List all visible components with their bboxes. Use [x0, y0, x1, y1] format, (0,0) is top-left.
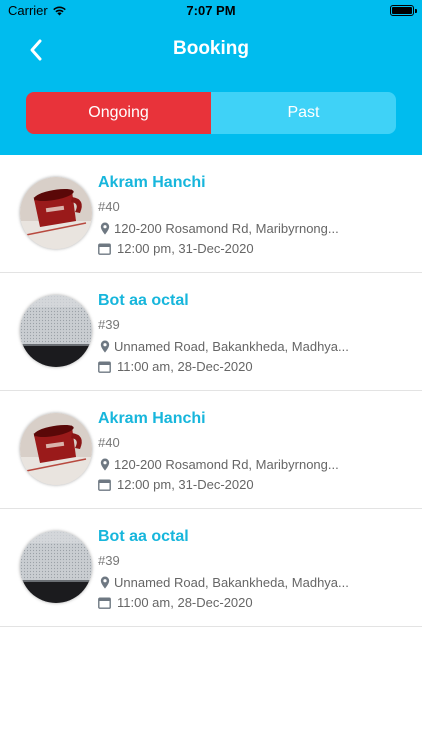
calendar-icon	[98, 242, 111, 256]
booking-row[interactable]: Bot aa octal #39 Unnamed Road, Bakankhed…	[0, 509, 422, 627]
booking-number: #40	[98, 199, 120, 214]
address-text: Unnamed Road, Bakankheda, Madhya...	[114, 575, 349, 590]
location-pin-icon	[98, 458, 111, 472]
header: Carrier 7:07 PM Booking Ongoing Past	[0, 0, 422, 155]
booking-time: 11:00 am, 28-Dec-2020	[98, 595, 253, 610]
red-mug-photo	[20, 177, 92, 249]
datetime-text: 11:00 am, 28-Dec-2020	[117, 359, 253, 374]
datetime-text: 12:00 pm, 31-Dec-2020	[117, 477, 254, 492]
booking-name: Akram Hanchi	[98, 174, 206, 191]
battery-icon	[390, 5, 417, 16]
page-title: Booking	[173, 38, 249, 59]
address-text: Unnamed Road, Bakankheda, Madhya...	[114, 339, 349, 354]
calendar-icon	[98, 478, 111, 492]
booking-address: 120-200 Rosamond Rd, Maribyrnong...	[98, 221, 339, 236]
booking-row[interactable]: Akram Hanchi #40 120-200 Rosamond Rd, Ma…	[0, 391, 422, 509]
avatar	[20, 531, 92, 603]
grey-texture-photo	[20, 531, 92, 603]
booking-time: 12:00 pm, 31-Dec-2020	[98, 241, 254, 256]
booking-row[interactable]: Akram Hanchi #40 120-200 Rosamond Rd, Ma…	[0, 155, 422, 273]
booking-name: Bot aa octal	[98, 528, 189, 545]
address-text: 120-200 Rosamond Rd, Maribyrnong...	[114, 457, 339, 472]
booking-time: 11:00 am, 28-Dec-2020	[98, 359, 253, 374]
location-pin-icon	[98, 222, 111, 236]
booking-address: Unnamed Road, Bakankheda, Madhya...	[98, 575, 349, 590]
booking-number: #39	[98, 317, 120, 332]
calendar-icon	[98, 596, 111, 610]
booking-tabs: Ongoing Past	[26, 92, 396, 134]
grey-texture-photo	[20, 295, 92, 367]
booking-address: 120-200 Rosamond Rd, Maribyrnong...	[98, 457, 339, 472]
red-mug-photo	[20, 413, 92, 485]
booking-list: Akram Hanchi #40 120-200 Rosamond Rd, Ma…	[0, 155, 422, 627]
location-pin-icon	[98, 576, 111, 590]
status-time: 7:07 PM	[186, 3, 236, 18]
avatar	[20, 295, 92, 367]
avatar	[20, 177, 92, 249]
address-text: 120-200 Rosamond Rd, Maribyrnong...	[114, 221, 339, 236]
avatar	[20, 413, 92, 485]
tab-past[interactable]: Past	[211, 92, 396, 134]
booking-name: Bot aa octal	[98, 292, 189, 309]
booking-number: #40	[98, 435, 120, 450]
booking-number: #39	[98, 553, 120, 568]
booking-time: 12:00 pm, 31-Dec-2020	[98, 477, 254, 492]
datetime-text: 12:00 pm, 31-Dec-2020	[117, 241, 254, 256]
status-bar: Carrier 7:07 PM	[0, 0, 422, 22]
tab-ongoing[interactable]: Ongoing	[26, 92, 211, 134]
booking-row[interactable]: Bot aa octal #39 Unnamed Road, Bakankhed…	[0, 273, 422, 391]
location-pin-icon	[98, 340, 111, 354]
booking-name: Akram Hanchi	[98, 410, 206, 427]
datetime-text: 11:00 am, 28-Dec-2020	[117, 595, 253, 610]
calendar-icon	[98, 360, 111, 374]
booking-address: Unnamed Road, Bakankheda, Madhya...	[98, 339, 349, 354]
